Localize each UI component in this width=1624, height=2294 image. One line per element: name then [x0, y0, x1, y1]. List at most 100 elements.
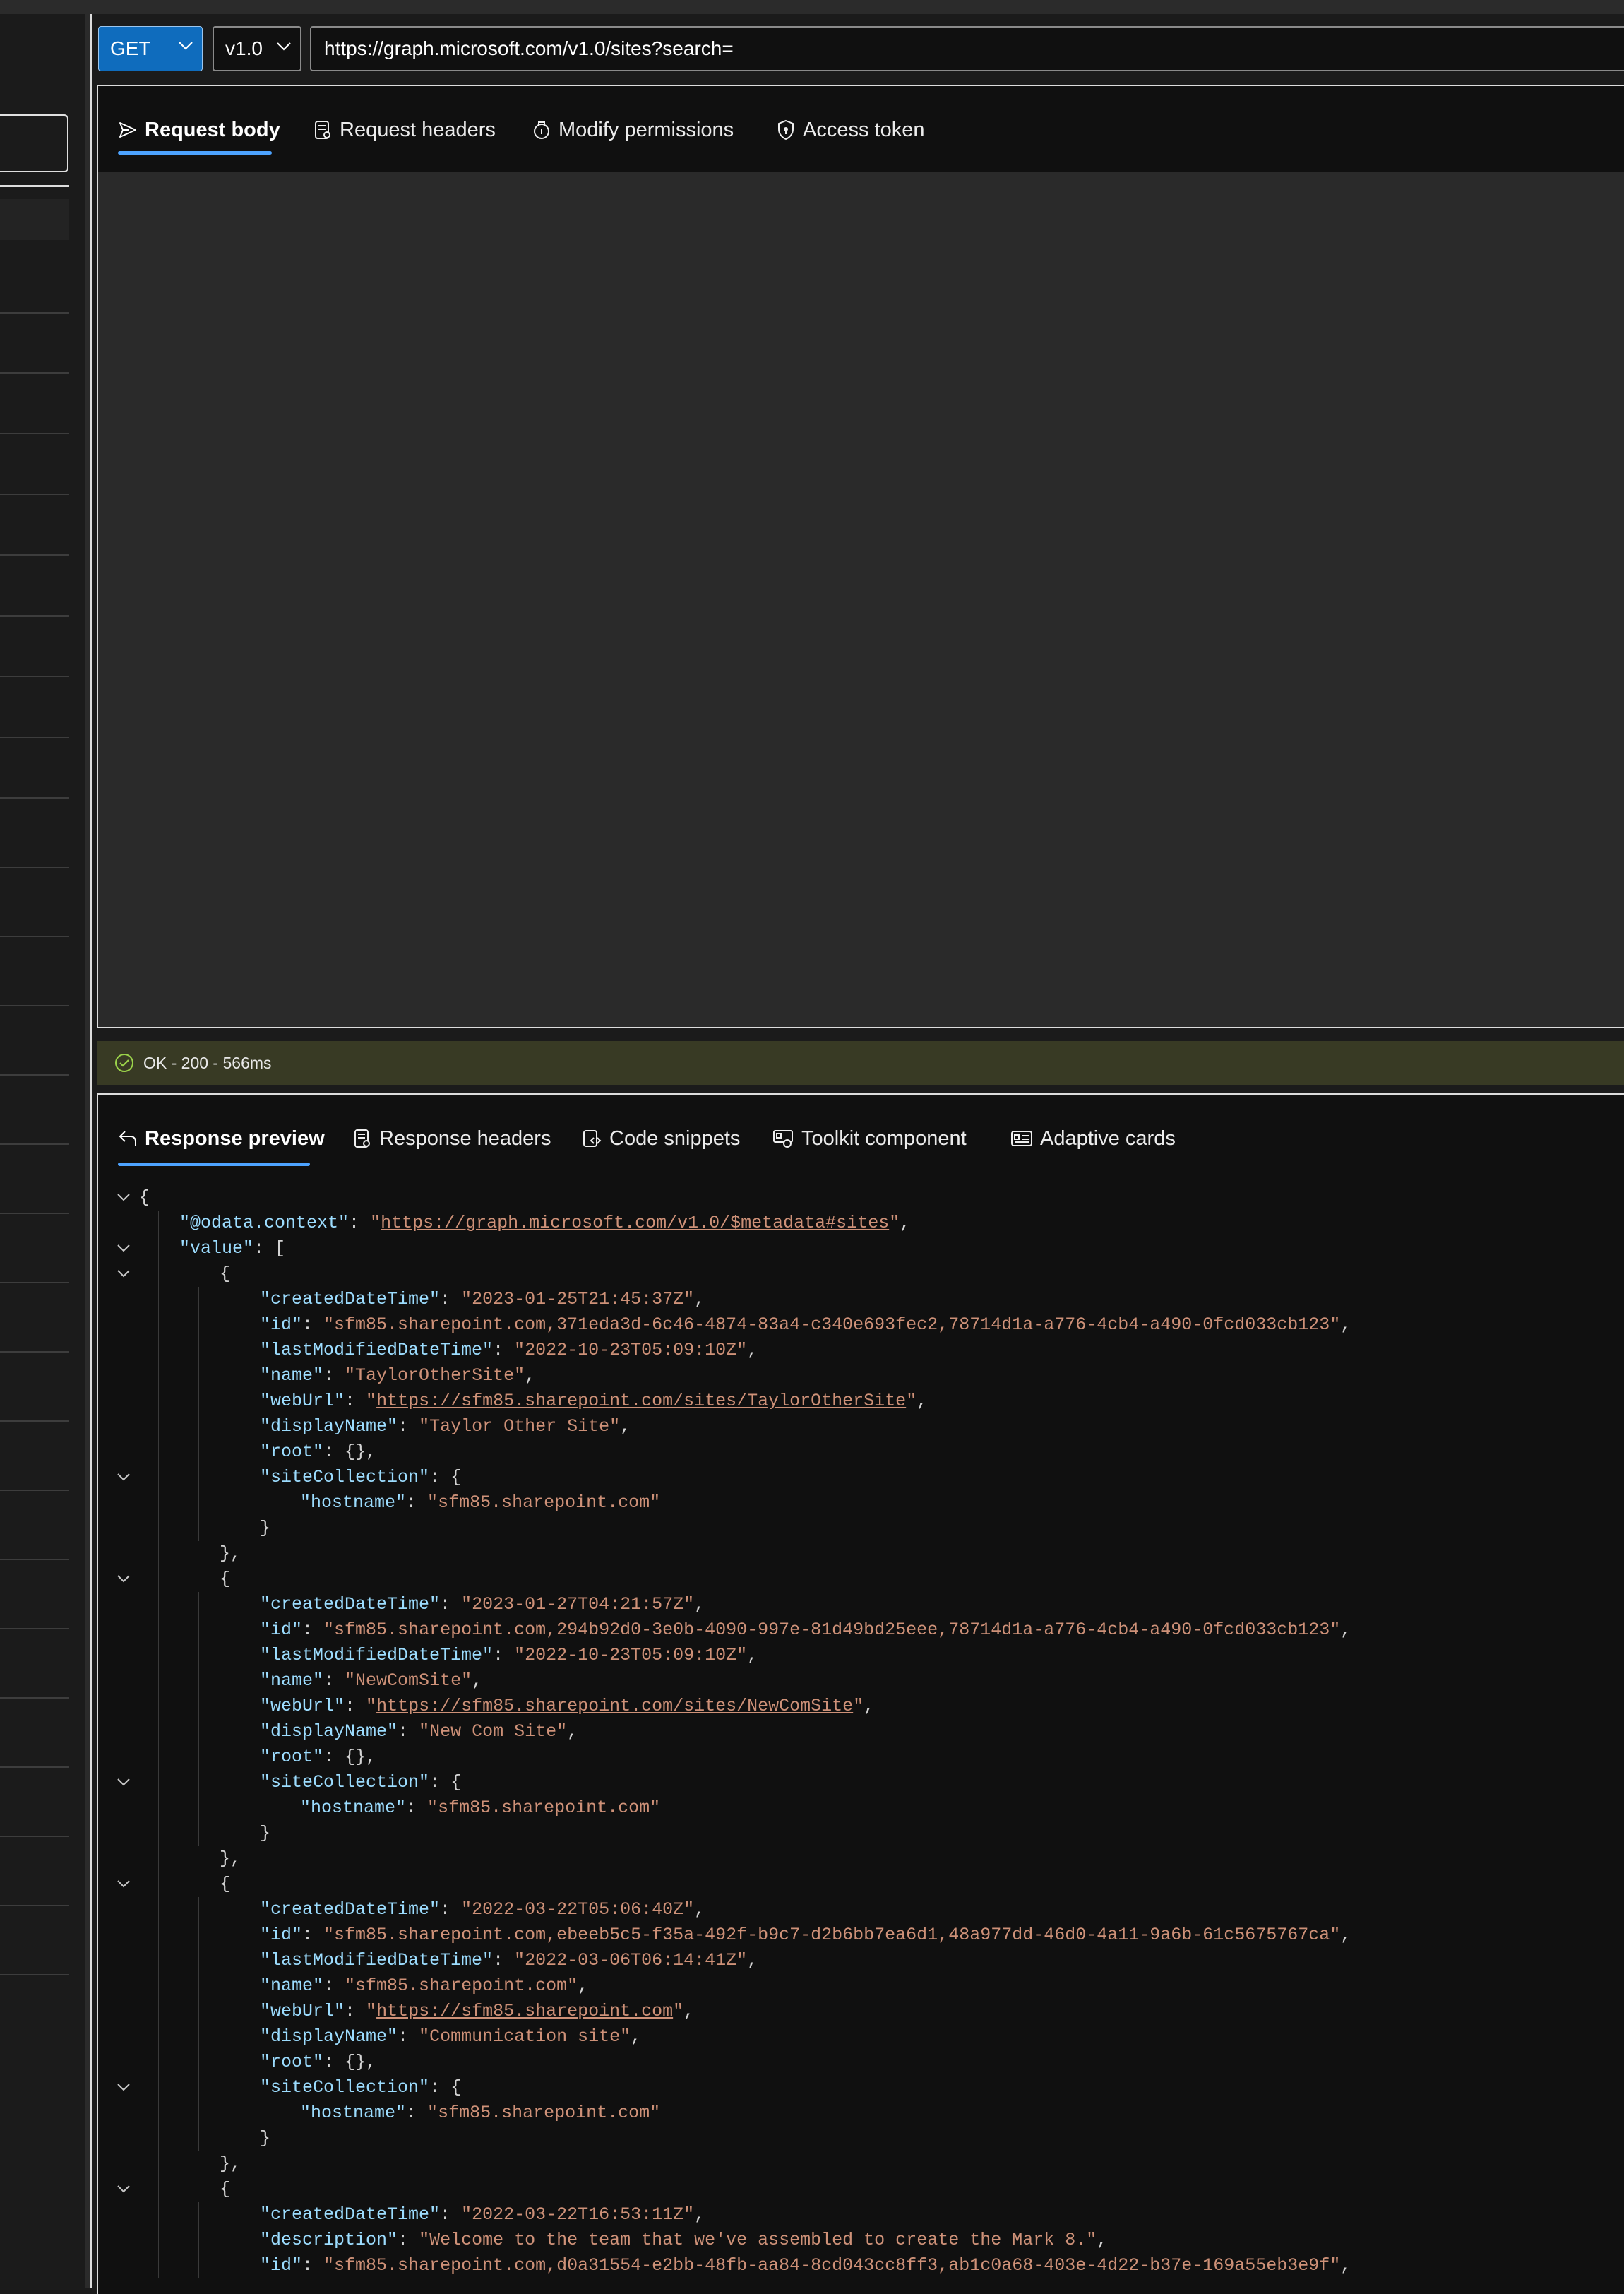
http-method-dropdown[interactable]: GET [98, 26, 203, 71]
json-punctuation: { [220, 1569, 231, 1589]
tab-adaptive-cards[interactable]: Adaptive cards [1010, 1123, 1176, 1154]
tab-label: Request headers [340, 118, 496, 141]
json-line: "siteCollection": { [260, 2077, 462, 2098]
json-line: "id": "sfm85.sharepoint.com,d0a31554-e2b… [260, 2255, 1351, 2276]
sidebar-divider [0, 494, 69, 495]
sidebar-divider [0, 867, 69, 868]
sidebar-divider [0, 797, 69, 799]
json-key: "createdDateTime" [260, 1289, 441, 1309]
sidebar-divider [0, 372, 69, 374]
tab-toolkit-component[interactable]: Toolkit component [772, 1123, 967, 1154]
json-line: "createdDateTime": "2022-03-22T16:53:11Z… [260, 2204, 705, 2225]
json-line: "hostname": "sfm85.sharepoint.com" [300, 1797, 661, 1818]
tab-response-headers[interactable]: Response headers [352, 1123, 551, 1154]
sidebar-search-box[interactable] [0, 114, 68, 172]
json-punctuation: }, [220, 1848, 241, 1869]
sidebar-divider [0, 1628, 69, 1629]
json-key: "webUrl" [260, 1391, 345, 1411]
json-link-value[interactable]: https://sfm85.sharepoint.com/sites/Taylo… [376, 1391, 906, 1411]
sidebar-divider [0, 1420, 69, 1422]
json-key: "displayName" [260, 1416, 398, 1437]
sidebar-divider [0, 1005, 69, 1006]
response-tab-list: Response preview Response headers Code s… [98, 1095, 1624, 1178]
json-key: "id" [260, 1925, 303, 1945]
chevron-down-icon[interactable] [115, 1472, 132, 1483]
indent-guide [198, 2202, 199, 2278]
app-top-bar [0, 0, 1624, 14]
json-line: "hostname": "sfm85.sharepoint.com" [300, 1492, 661, 1513]
json-key: "createdDateTime" [260, 1899, 441, 1920]
sidebar-divider [0, 1974, 69, 1975]
sidebar-tab-underline [0, 185, 69, 187]
sidebar-divider [0, 312, 69, 314]
chevron-down-icon[interactable] [115, 1243, 132, 1254]
chevron-down-icon[interactable] [115, 2082, 132, 2093]
json-key: "root" [260, 1747, 324, 1767]
tab-label: Toolkit component [801, 1127, 967, 1150]
json-key: "name" [260, 1670, 324, 1691]
json-punctuation: {}, [345, 1747, 377, 1767]
json-key: "hostname" [300, 2103, 407, 2123]
chevron-down-icon[interactable] [115, 1777, 132, 1788]
sidebar-divider [0, 676, 69, 677]
tab-label: Request body [145, 118, 280, 141]
tab-label: Modify permissions [559, 118, 734, 141]
tab-access-token[interactable]: Access token [776, 114, 924, 145]
json-key: "description" [260, 2230, 398, 2250]
json-line: "root": {}, [260, 1747, 377, 1767]
json-key: "hostname" [300, 1797, 407, 1818]
chevron-down-icon[interactable] [115, 1879, 132, 1890]
lock-icon [778, 119, 794, 141]
json-line: "id": "sfm85.sharepoint.com,371eda3d-6c4… [260, 1314, 1351, 1335]
json-punctuation: } [260, 1518, 271, 1538]
json-punctuation: { [139, 1187, 150, 1208]
tab-request-headers[interactable]: Request headers [313, 114, 496, 145]
tab-modify-permissions[interactable]: Modify permissions [532, 114, 734, 145]
json-line: "id": "sfm85.sharepoint.com,ebeeb5c5-f35… [260, 1925, 1351, 1945]
json-key: "hostname" [300, 1492, 407, 1513]
json-line: "displayName": "Taylor Other Site", [260, 1416, 631, 1437]
json-line: "value": [ [179, 1238, 286, 1259]
json-link-value[interactable]: https://graph.microsoft.com/v1.0/$metada… [381, 1213, 889, 1233]
json-key: "name" [260, 1365, 324, 1386]
adaptive-card-icon [1011, 1131, 1032, 1146]
json-link-value[interactable]: https://sfm85.sharepoint.com [376, 2001, 673, 2021]
json-line: { [220, 2177, 230, 2202]
chevron-down-icon[interactable] [115, 1574, 132, 1585]
active-tab-indicator [118, 1163, 310, 1166]
json-line: { [220, 1872, 230, 1897]
json-link-value[interactable]: https://sfm85.sharepoint.com/sites/NewCo… [376, 1696, 853, 1716]
tab-code-snippets[interactable]: Code snippets [581, 1123, 740, 1154]
pane-resizer[interactable] [85, 14, 90, 2288]
api-version-dropdown[interactable]: v1.0 [213, 26, 301, 71]
json-string-value: 2022-10-23T05:09:10Z [525, 1645, 737, 1665]
json-string-value: TaylorOtherSite [355, 1365, 515, 1386]
json-string-value: sfm85.sharepoint.com [355, 1975, 568, 1996]
json-string-value: 2022-03-06T06:14:41Z [525, 1950, 737, 1971]
json-string-value: 2023-01-27T04:21:57Z [472, 1594, 684, 1615]
chevron-down-icon[interactable] [115, 1192, 132, 1204]
json-key: "lastModifiedDateTime" [260, 1340, 494, 1360]
query-url-input[interactable]: https://graph.microsoft.com/v1.0/sites?s… [310, 26, 1624, 71]
json-line: } [260, 1821, 270, 1846]
chevron-down-icon[interactable] [115, 2184, 132, 2195]
sidebar-divider [0, 1559, 69, 1560]
json-line: "description": "Welcome to the team that… [260, 2230, 1108, 2250]
json-line: "webUrl": "https://sfm85.sharepoint.com/… [260, 1391, 928, 1411]
json-key: "webUrl" [260, 2001, 345, 2021]
tab-response-preview[interactable]: Response preview [118, 1123, 325, 1154]
query-url-text: https://graph.microsoft.com/v1.0/sites?s… [324, 37, 734, 59]
json-key: "siteCollection" [260, 2077, 430, 2098]
json-line: "siteCollection": { [260, 1772, 462, 1793]
json-key: "id" [260, 1620, 303, 1640]
sidebar-selected-item[interactable] [0, 199, 69, 240]
json-key: "siteCollection" [260, 1772, 430, 1793]
tab-request-body[interactable]: Request body [118, 114, 280, 145]
json-key: "displayName" [260, 2026, 398, 2047]
sidebar-divider [0, 936, 69, 937]
json-string-value: 2022-03-22T05:06:40Z [472, 1899, 684, 1920]
send-icon [119, 122, 136, 138]
json-key: "name" [260, 1975, 324, 1996]
json-string-value: sfm85.sharepoint.com [438, 1797, 650, 1818]
chevron-down-icon[interactable] [115, 1268, 132, 1280]
